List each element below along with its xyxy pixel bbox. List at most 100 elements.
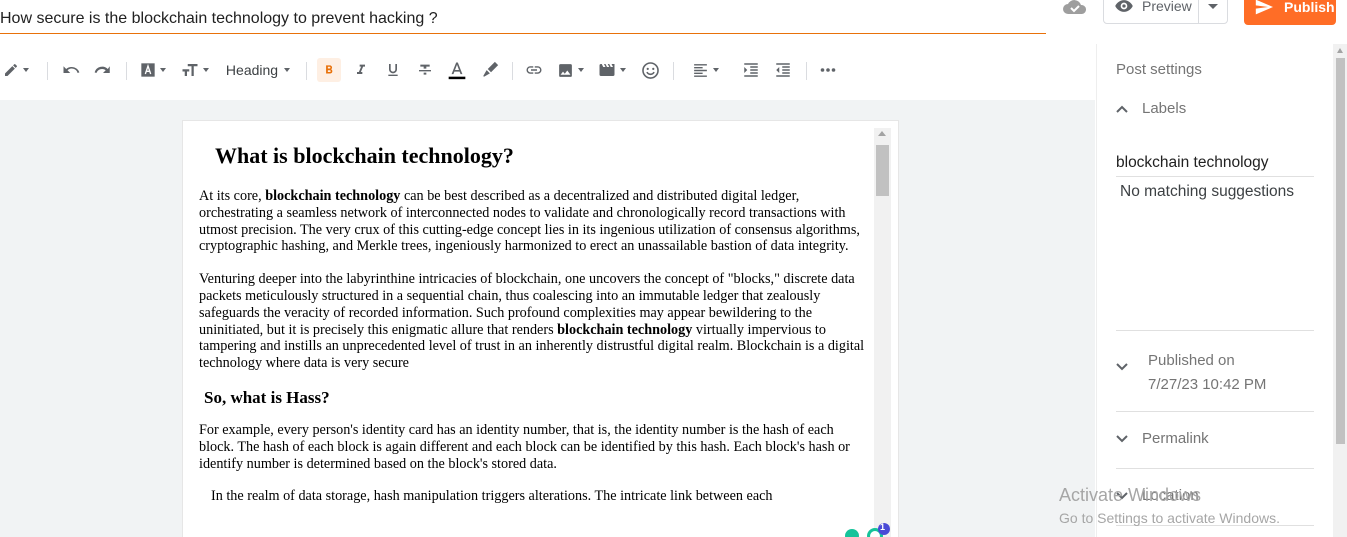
italic-icon (357, 64, 365, 74)
activation-watermark-title: Activate Windows (1059, 485, 1202, 505)
eye-icon (1115, 0, 1133, 12)
activation-watermark-subtitle: Go to Settings to activate Windows. (1059, 510, 1280, 526)
section-divider (1116, 468, 1314, 469)
insert-image-button[interactable] (555, 52, 585, 88)
post-heading-2: So, what is Hass? (204, 387, 330, 407)
cloud-saved-icon (1062, 0, 1088, 18)
undo-icon (63, 66, 80, 73)
indent-button[interactable] (739, 52, 763, 88)
chevron-down-icon (23, 68, 29, 72)
link-button[interactable] (522, 52, 546, 88)
labels-input-underline (1116, 176, 1314, 177)
chevron-down-icon (1116, 363, 1128, 371)
published-info[interactable]: Published on 7/27/23 10:42 PM (1148, 349, 1266, 397)
pencil-icon (5, 63, 17, 76)
preview-label: Preview (1142, 0, 1192, 14)
chevron-down-icon (160, 68, 166, 72)
labels-suggestion-text: No matching suggestions (1120, 183, 1295, 200)
emoji-icon (641, 61, 659, 79)
outdent-button[interactable] (771, 52, 795, 88)
paragraph-3: For example, every person's identity car… (199, 421, 850, 472)
undo-button[interactable] (59, 52, 83, 88)
italic-button[interactable] (350, 52, 372, 88)
assistant-badge[interactable]: 1 (842, 522, 892, 537)
toolbar-divider (126, 62, 127, 80)
toolbar-divider (306, 62, 307, 80)
text-color-button[interactable] (445, 52, 469, 88)
chevron-down-icon (577, 68, 584, 72)
chevron-down-icon (203, 68, 209, 72)
labels-heading: Labels (1142, 100, 1187, 117)
published-date: 7/27/23 10:42 PM (1148, 376, 1267, 393)
permalink-section-toggle[interactable]: Permalink (1116, 430, 1209, 447)
font-icon (141, 63, 155, 77)
published-heading: Published on (1148, 352, 1235, 369)
post-settings-title: Post settings (1116, 61, 1202, 78)
font-size-button[interactable] (180, 52, 210, 88)
toolbar-divider (47, 62, 48, 80)
scroll-up-arrow-icon[interactable] (1337, 48, 1343, 53)
editor-page[interactable]: What is blockchain technology? At its co… (182, 120, 899, 537)
chevron-down-icon (1208, 3, 1218, 9)
redo-icon (94, 66, 110, 73)
post-body[interactable]: What is blockchain technology? At its co… (199, 143, 869, 521)
emoji-button[interactable] (638, 52, 662, 88)
publish-label: Publish (1284, 0, 1335, 15)
section-divider (1116, 411, 1314, 412)
compose-mode-button[interactable] (0, 52, 32, 88)
post-title-input[interactable]: How secure is the blockchain technology … (0, 8, 1046, 34)
more-horizontal-icon (820, 68, 836, 72)
send-icon (1255, 0, 1273, 14)
text-color-icon (448, 62, 466, 80)
chevron-down-icon (620, 68, 626, 72)
chevron-down-icon (1116, 434, 1128, 442)
toolbar-divider (806, 62, 807, 80)
chevron-down-icon (712, 68, 719, 72)
post-settings-panel (1096, 44, 1347, 537)
scroll-up-arrow-icon[interactable] (878, 131, 886, 136)
post-heading-1: What is blockchain technology? (215, 143, 514, 168)
section-divider (1116, 330, 1314, 331)
font-family-button[interactable] (138, 52, 168, 88)
preview-button[interactable]: Preview (1103, 0, 1199, 24)
editor-scrollbar-thumb[interactable] (876, 145, 889, 196)
toolbar-divider (512, 62, 513, 80)
highlighter-icon (483, 61, 499, 77)
sidebar-scrollbar-thumb[interactable] (1336, 58, 1345, 444)
preview-dropdown-button[interactable] (1198, 0, 1228, 24)
image-icon (558, 63, 572, 77)
underline-button[interactable] (382, 52, 404, 88)
editor-toolbar: Heading (0, 52, 1095, 88)
insert-video-button[interactable] (597, 52, 627, 88)
published-section-toggle[interactable] (1116, 363, 1128, 371)
chevron-up-icon (1116, 105, 1128, 113)
align-left-icon (693, 63, 707, 77)
paragraph-4: In the realm of data storage, hash manip… (211, 488, 773, 505)
bold-button[interactable] (317, 58, 341, 82)
paragraph-2: Venturing deeper into the labyrinthine i… (199, 271, 865, 372)
link-icon (526, 66, 542, 74)
strikethrough-icon (419, 64, 431, 75)
video-icon (599, 64, 615, 76)
chevron-down-icon (284, 68, 291, 72)
title-underline (0, 33, 1046, 34)
publish-button[interactable]: Publish (1244, 0, 1336, 25)
labels-input[interactable]: blockchain technology (1116, 154, 1269, 172)
labels-section-toggle[interactable]: Labels (1116, 100, 1186, 117)
highlight-button[interactable] (478, 52, 502, 88)
text-size-icon (182, 64, 198, 76)
heading-dropdown[interactable]: Heading (222, 52, 294, 88)
permalink-heading: Permalink (1142, 430, 1209, 447)
align-button[interactable] (688, 52, 722, 88)
indent-increase-icon (744, 63, 758, 77)
underline-icon (388, 64, 398, 76)
paragraph-1: At its core, blockchain technology can b… (199, 188, 860, 255)
notification-count: 1 (880, 522, 886, 532)
bold-icon (326, 65, 333, 74)
indent-decrease-icon (776, 63, 790, 77)
toolbar-divider (673, 62, 674, 80)
more-options-button[interactable] (816, 52, 840, 88)
redo-button[interactable] (91, 52, 115, 88)
heading-label: Heading (225, 62, 279, 78)
strikethrough-button[interactable] (414, 52, 436, 88)
